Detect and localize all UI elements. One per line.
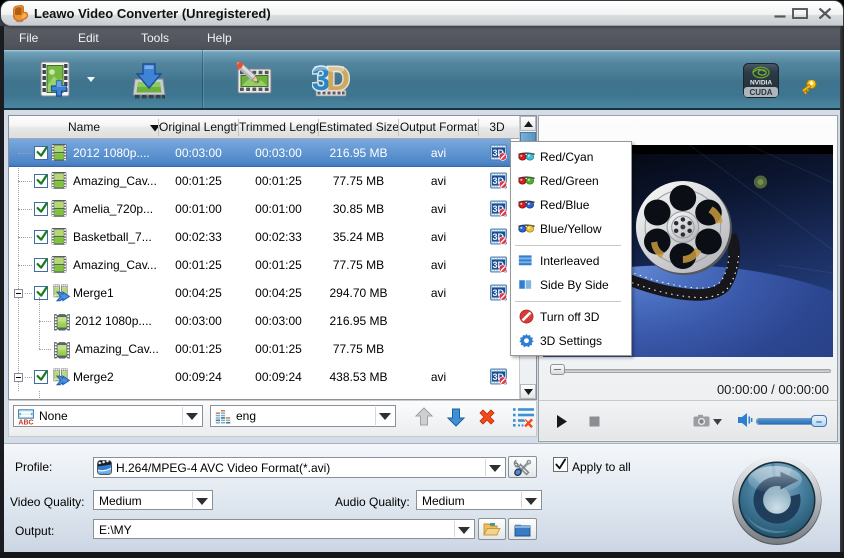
svg-text:ABC: ABC	[18, 420, 33, 426]
svg-text:NVIDIA: NVIDIA	[750, 80, 772, 87]
svg-text:CUDA: CUDA	[749, 88, 772, 97]
